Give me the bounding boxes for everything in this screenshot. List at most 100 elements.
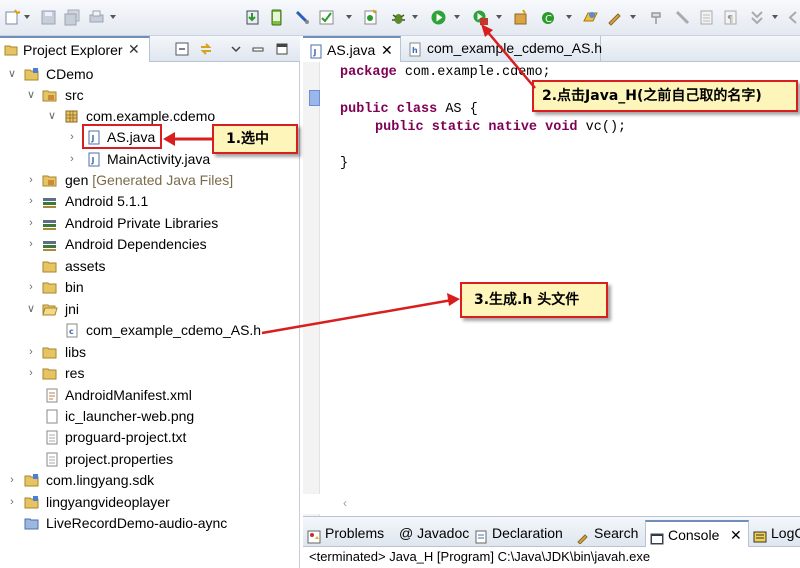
expand-icon[interactable]: › — [25, 342, 37, 363]
tree-label: bin — [65, 279, 84, 295]
svg-text:h: h — [412, 46, 418, 55]
scroll-left-icon[interactable]: ‹ — [343, 496, 347, 510]
show-whitespace-icon[interactable]: ¶ — [722, 9, 739, 26]
tab-header-file[interactable]: h com_example_cdemo_AS.h — [401, 36, 603, 62]
tab-problems[interactable]: Problems — [303, 520, 393, 547]
expand-icon[interactable]: › — [25, 213, 37, 234]
source-folder-icon — [42, 173, 58, 188]
code-line-class[interactable]: public class AS { — [340, 102, 478, 117]
tree-item-bin[interactable]: › bin — [0, 277, 300, 298]
collapse-icon[interactable]: ∨ — [25, 85, 37, 106]
horizontal-scrollbar[interactable]: ‹ — [303, 494, 800, 514]
save-icon[interactable] — [40, 9, 57, 26]
tree-item-manifest[interactable]: AndroidManifest.xml — [0, 385, 300, 406]
tree-label-name: gen — [65, 172, 89, 188]
editor-tabbar: J AS.java ✕ h com_example_cdemo_AS.h — [303, 36, 800, 62]
project-explorer-icon — [4, 44, 18, 56]
tree-item-project-properties[interactable]: project.properties — [0, 449, 300, 470]
external-tools-icon[interactable] — [472, 9, 489, 26]
tree-item-lingyang-sdk[interactable]: › com.lingyang.sdk — [0, 470, 300, 491]
lint-icon[interactable] — [294, 9, 311, 26]
tree-item-android-511[interactable]: › Android 5.1.1 — [0, 191, 300, 212]
expand-icon[interactable]: › — [25, 277, 37, 298]
declaration-icon — [474, 526, 488, 544]
tree-item-libs[interactable]: › libs — [0, 342, 300, 363]
tree-item-liverecorddemo[interactable]: LiveRecordDemo-audio-aync — [0, 513, 300, 534]
search-tool-icon[interactable] — [606, 9, 623, 26]
tree-item-res[interactable]: › res — [0, 363, 300, 384]
tab-console[interactable]: Console ✕ — [645, 520, 749, 547]
tab-label: Declaration — [492, 525, 563, 541]
check-icon[interactable] — [318, 9, 335, 26]
tab-label: com_example_cdemo_AS.h — [427, 40, 603, 56]
print-icon[interactable] — [88, 9, 105, 26]
code-line-close-brace[interactable]: } — [340, 156, 348, 171]
tab-logcat[interactable]: LogC — [749, 520, 800, 547]
collapse-all-icon[interactable] — [174, 41, 190, 57]
close-tab-icon[interactable]: ✕ — [730, 522, 742, 549]
close-view-icon[interactable]: ✕ — [128, 41, 140, 58]
new-class-icon[interactable]: C — [540, 9, 557, 26]
expand-icon[interactable]: › — [25, 191, 37, 212]
sdk-manager-icon[interactable] — [244, 9, 261, 26]
close-tab-icon[interactable]: ✕ — [381, 38, 393, 62]
new-java-icon[interactable] — [362, 9, 379, 26]
expand-icon[interactable]: › — [66, 127, 78, 148]
tree-item-src[interactable]: ∨ src — [0, 85, 300, 106]
toggle-mark-icon[interactable] — [674, 9, 691, 26]
folder-icon — [42, 280, 58, 295]
new-package-icon[interactable] — [512, 9, 529, 26]
tree-item-private-libs[interactable]: › Android Private Libraries — [0, 213, 300, 234]
back-icon[interactable] — [786, 9, 800, 26]
tab-javadoc[interactable]: @ Javadoc — [393, 520, 470, 547]
save-all-icon[interactable] — [64, 9, 81, 26]
android-project-icon — [24, 473, 40, 488]
tab-search[interactable]: Search — [572, 520, 645, 547]
collapse-icon[interactable]: ∨ — [6, 64, 18, 85]
code-line-package[interactable]: package com.example.cdemo; — [340, 65, 551, 80]
code-line-method[interactable]: public static native void vc(); — [375, 120, 626, 135]
tree-item-assets[interactable]: assets — [0, 256, 300, 277]
tree-item-dependencies[interactable]: › Android Dependencies — [0, 234, 300, 255]
search-icon — [576, 526, 590, 545]
new-wizard-icon[interactable] — [4, 9, 21, 26]
tree-label: AndroidManifest.xml — [65, 387, 192, 403]
block-selection-icon[interactable] — [698, 9, 715, 26]
tree-item-gen[interactable]: › gen [Generated Java Files] — [0, 170, 300, 191]
minimize-view-icon[interactable] — [250, 41, 266, 57]
svg-text:J: J — [91, 156, 95, 165]
code-text: vc(); — [577, 120, 627, 135]
callout-step2: 2.点击Java_H(之前自己取的名字) — [532, 80, 798, 112]
package-icon — [64, 109, 80, 124]
android-project-icon — [24, 495, 40, 510]
expand-icon[interactable]: › — [6, 492, 18, 513]
annotation-icon[interactable] — [748, 9, 765, 26]
collapse-icon[interactable]: ∨ — [25, 299, 37, 320]
tree-item-launcher-png[interactable]: ic_launcher-web.png — [0, 406, 300, 427]
pin-icon[interactable] — [648, 9, 665, 26]
selection-highlight-box — [82, 124, 162, 149]
tab-as-java[interactable]: J AS.java ✕ — [303, 36, 401, 62]
expand-icon[interactable]: › — [25, 363, 37, 384]
tab-project-explorer[interactable]: Project Explorer ✕ — [0, 36, 150, 62]
expand-icon[interactable]: › — [66, 149, 78, 170]
expand-icon[interactable]: › — [25, 234, 37, 255]
maximize-view-icon[interactable] — [274, 41, 290, 57]
open-type-icon[interactable] — [582, 9, 599, 26]
view-menu-icon[interactable] — [228, 41, 244, 57]
tree-label: proguard-project.txt — [65, 429, 187, 445]
link-editor-icon[interactable] — [198, 41, 214, 57]
debug-icon[interactable] — [390, 9, 407, 26]
tab-declaration[interactable]: Declaration — [470, 520, 572, 547]
tree-item-lingyangvideoplayer[interactable]: › lingyangvideoplayer — [0, 492, 300, 513]
tree-item-proguard[interactable]: proguard-project.txt — [0, 427, 300, 448]
tree-item-header-file[interactable]: c com_example_cdemo_AS.h — [0, 320, 300, 341]
collapse-icon[interactable]: ∨ — [46, 106, 58, 127]
expand-icon[interactable]: › — [6, 470, 18, 491]
tab-label: Search — [594, 525, 639, 541]
expand-icon[interactable]: › — [25, 170, 37, 191]
avd-manager-icon[interactable] — [268, 9, 285, 26]
run-icon[interactable] — [430, 9, 447, 26]
tree-item-cdemo[interactable]: ∨ CDemo — [0, 64, 300, 85]
tree-item-jni[interactable]: ∨ jni — [0, 299, 300, 320]
